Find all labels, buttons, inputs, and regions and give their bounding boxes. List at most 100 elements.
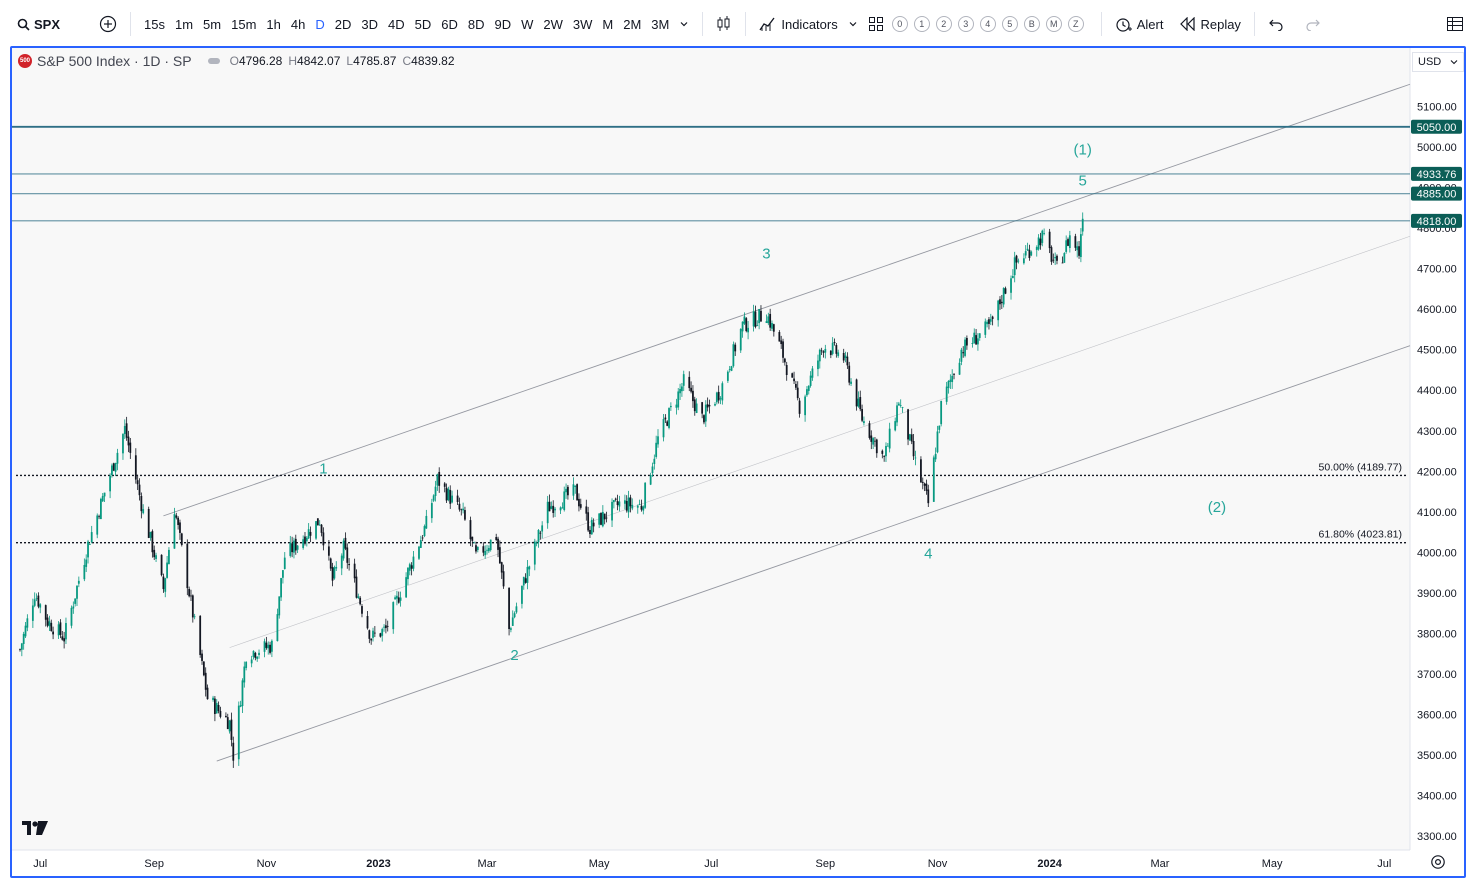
candle-body-348: [912, 440, 915, 457]
candle-body-164: [438, 471, 441, 486]
wave-label-4[interactable]: 5: [1079, 173, 1087, 190]
candle-body-129: [348, 563, 351, 566]
candle-body-71: [201, 653, 203, 661]
candle-body-89: [245, 661, 248, 668]
candle-body-345: [907, 409, 909, 440]
candle-body-128: [346, 547, 349, 563]
wave-label-3[interactable]: 4: [924, 545, 932, 562]
visibility-toggle-icon[interactable]: [207, 58, 220, 64]
price-badge-label-0: 5050.00: [1417, 122, 1457, 134]
series-title[interactable]: S&P 500 Index · 1D · SP: [37, 53, 192, 69]
wave-label-2[interactable]: 3: [762, 246, 770, 263]
candle-body-95: [263, 641, 266, 652]
candle-body-200: [533, 541, 536, 565]
settings-gear-icon[interactable]: [1430, 854, 1446, 870]
candle-body-7: [35, 598, 38, 600]
candle-body-346: [908, 434, 911, 441]
candle-body-313: [822, 351, 825, 353]
candle-body-48: [140, 495, 143, 512]
candle-body-367: [962, 352, 965, 354]
candle-body-320: [842, 353, 845, 361]
candle-body-387: [1013, 257, 1016, 276]
candle-body-394: [1030, 251, 1033, 256]
candle-body-174: [464, 510, 466, 520]
candle-body-410: [1074, 236, 1077, 248]
candle-body-255: [675, 404, 678, 408]
candle-body-175: [469, 520, 472, 540]
candle-body-177: [473, 542, 476, 544]
candle-body-92: [254, 652, 257, 658]
candle-body-270: [714, 404, 716, 406]
ohlc-low: L4785.87: [346, 54, 396, 68]
candle-body-127: [344, 537, 347, 549]
candle-300: [791, 372, 794, 378]
sp500-logo: 500: [18, 54, 32, 68]
candle-body-411: [1076, 246, 1079, 251]
wave-label-5[interactable]: (1): [1074, 141, 1092, 158]
candle-body-351: [921, 481, 924, 483]
candle-283: [745, 317, 748, 333]
candle-30: [96, 513, 99, 539]
candle-body-78: [217, 704, 220, 712]
candle-body-6: [33, 599, 36, 606]
candle-368: [964, 337, 966, 358]
candle-body-12: [48, 621, 51, 627]
candle-body-191: [510, 628, 512, 630]
candle-body-231: [612, 500, 615, 503]
candle-85: [237, 701, 240, 766]
candle-body-398: [1041, 230, 1044, 243]
candle-body-246: [651, 466, 654, 474]
wave-label-0[interactable]: 1: [319, 460, 327, 477]
candle-body-253: [668, 408, 670, 428]
candle-body-104: [283, 557, 286, 569]
candle-body-40: [122, 434, 124, 454]
candle-body-266: [703, 415, 705, 423]
candle-body-85: [237, 705, 240, 760]
candle-body-170: [456, 495, 459, 502]
price-chart[interactable]: 50.00% (4189.77) 61.80% (4023.81) 1 2 3 4 5 (1…: [0, 0, 1476, 886]
candle-body-36: [111, 465, 113, 475]
wave-label-1[interactable]: 2: [510, 647, 518, 664]
time-axis[interactable]: Jul Sep Nov 2023 Mar May Jul Sep Nov 2024 Mar May Ju…: [33, 858, 1391, 870]
candle-body-408: [1067, 239, 1069, 246]
candle-body-216: [574, 485, 577, 487]
wave-label-6[interactable]: (2): [1208, 499, 1226, 516]
candle-body-116: [316, 518, 319, 526]
candle-body-165: [443, 483, 446, 487]
price-axis[interactable]: 5100.005000.004900.004800.004700.004600.…: [1417, 102, 1457, 844]
candle-50: [147, 506, 150, 539]
candle-body-295: [778, 332, 781, 342]
candle-383: [1002, 287, 1005, 308]
candle-body-278: [732, 344, 735, 367]
candle-body-5: [31, 605, 34, 621]
candle-body-123: [333, 567, 336, 579]
candle-body-173: [462, 508, 465, 511]
candle-body-152: [408, 564, 411, 571]
candle-body-108: [294, 538, 297, 551]
candle-body-82: [228, 720, 231, 732]
candle-body-414: [1081, 218, 1084, 232]
y-tick-13: 3800.00: [1417, 628, 1457, 640]
tradingview-logo[interactable]: [22, 820, 48, 841]
candle-body-323: [848, 365, 851, 383]
candle-body-360: [945, 386, 948, 402]
candle-body-56: [162, 576, 165, 590]
high-label: H: [288, 54, 298, 68]
candle-body-315: [829, 350, 832, 356]
candle-body-212: [563, 491, 566, 511]
candle-body-84: [232, 742, 235, 761]
tradingview-logo-icon: [22, 821, 48, 835]
candle-body-239: [631, 504, 634, 509]
currency-selector[interactable]: USD: [1412, 52, 1464, 72]
candle-body-307: [807, 385, 810, 391]
candle-body-296: [780, 340, 783, 345]
candle-278: [732, 341, 735, 368]
candle-body-39: [116, 452, 119, 464]
candle-body-374: [978, 333, 981, 338]
candle-body-112: [305, 537, 308, 542]
candle-body-51: [149, 532, 152, 538]
candle-body-105: [289, 542, 292, 556]
y-tick-18: 3300.00: [1417, 831, 1457, 843]
x-tick-7: Sep: [816, 858, 836, 870]
candle-body-221: [587, 512, 590, 531]
